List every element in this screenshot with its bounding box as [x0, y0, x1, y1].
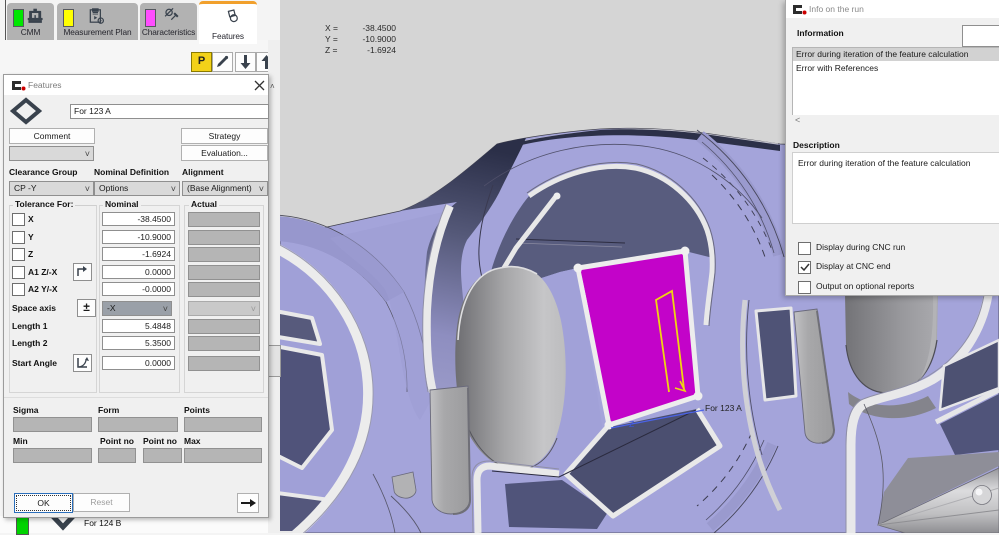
svg-text:-38.4500: -38.4500 — [362, 23, 396, 33]
svg-text:X =: X = — [325, 23, 338, 33]
svg-text:-10.9000: -10.9000 — [362, 34, 396, 44]
svg-text:-1.6924: -1.6924 — [367, 45, 396, 55]
svg-text:Z =: Z = — [325, 45, 338, 55]
svg-text:Z: Z — [629, 419, 634, 429]
svg-text:Y =: Y = — [325, 34, 338, 44]
svg-text:For 123 A: For 123 A — [705, 403, 742, 413]
